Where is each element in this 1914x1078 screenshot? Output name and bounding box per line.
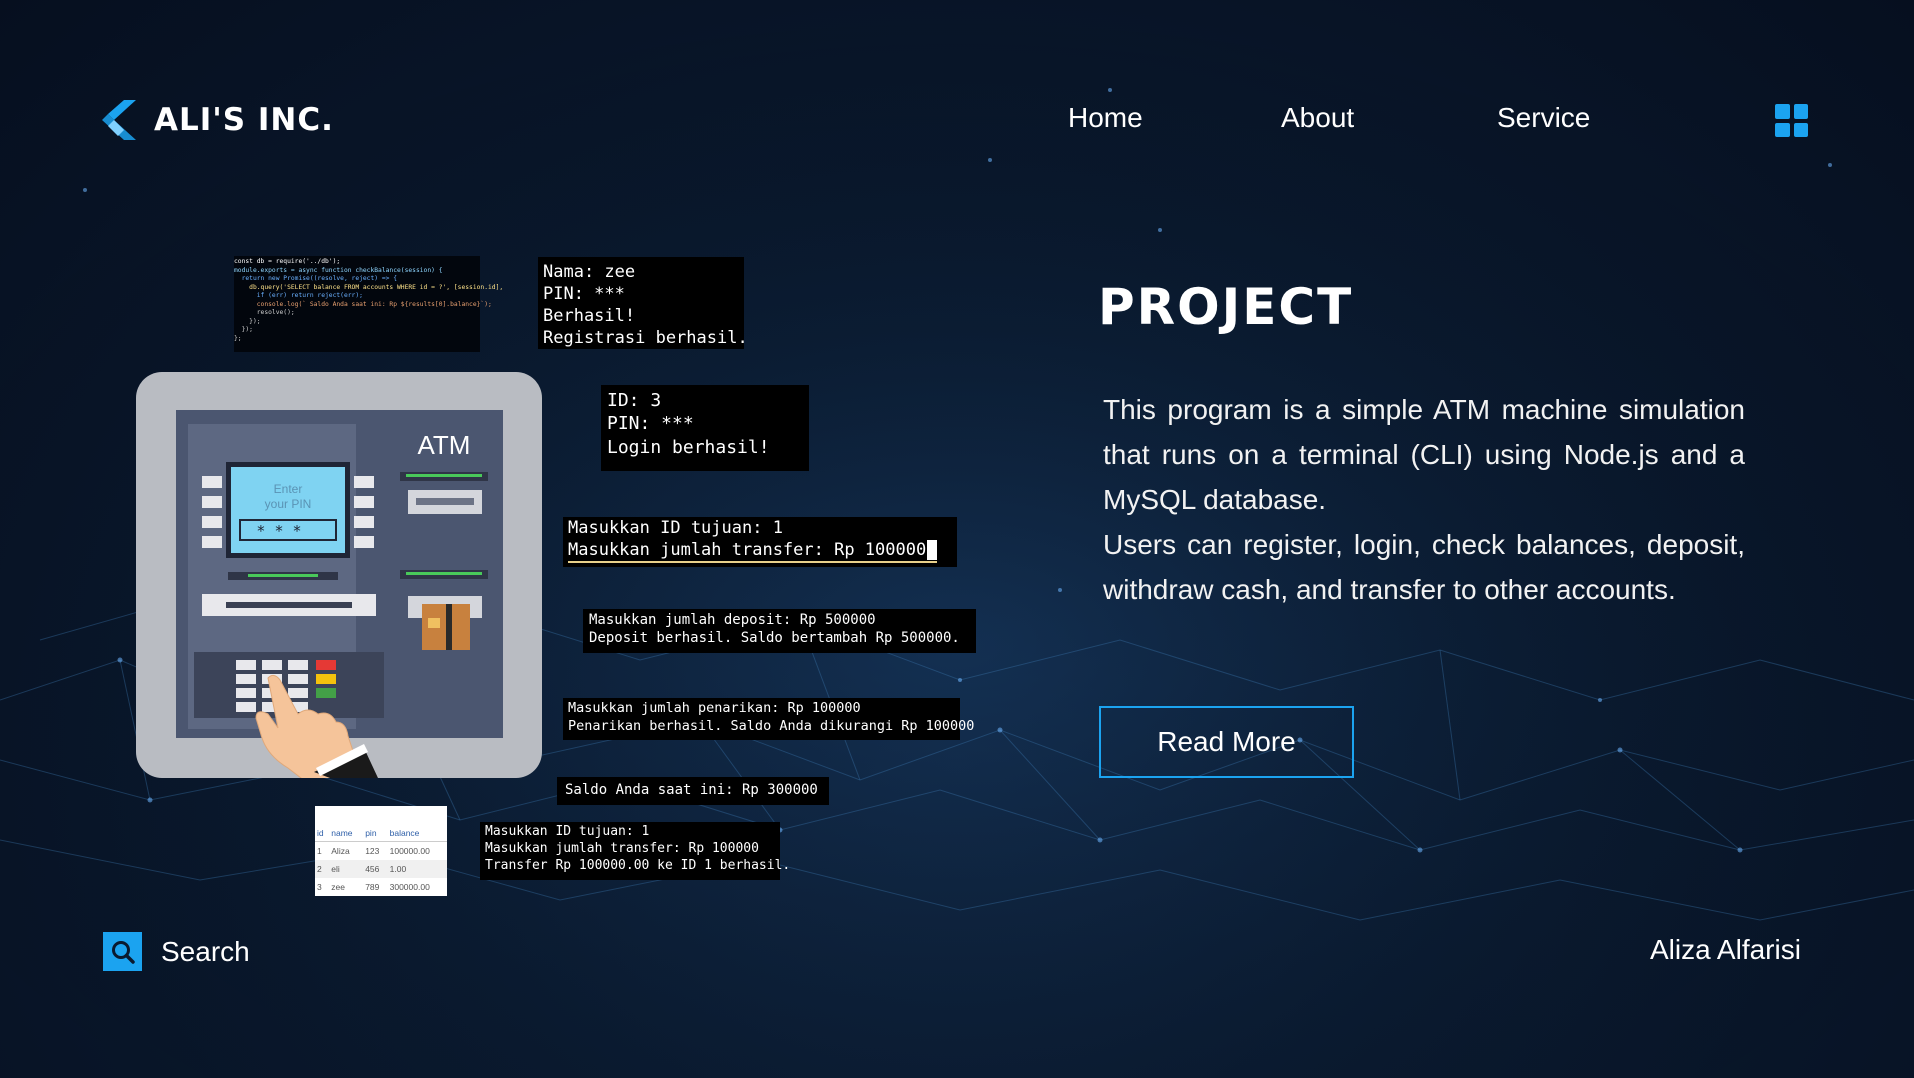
terminal-line: PIN: ***	[543, 284, 625, 305]
search-label: Search	[161, 935, 250, 967]
table-cell: 1.00	[387, 860, 447, 878]
atm-screen-text: Enter	[274, 482, 303, 496]
table-header: balance	[387, 825, 447, 842]
code-line: resolve();	[234, 309, 295, 316]
terminal-line: PIN: ***	[607, 413, 694, 435]
atm-screen-text: your PIN	[265, 497, 312, 511]
terminal-line: Masukkan jumlah transfer: Rp 100000	[485, 840, 759, 856]
code-line: });	[234, 317, 261, 325]
terminal-withdraw: Masukkan jumlah penarikan: Rp 100000 Pena…	[563, 698, 975, 740]
nav-service[interactable]: Service	[1497, 102, 1590, 134]
table-cell: 456	[363, 860, 388, 878]
nav-home[interactable]: Home	[1068, 102, 1143, 134]
table-cell: 100000.00	[389, 846, 430, 856]
terminal-line: Nama: zee	[543, 262, 636, 282]
terminal-line: Masukkan ID tujuan: 1	[568, 518, 783, 538]
brand-name: ALI'S INC.	[154, 102, 334, 138]
search-button[interactable]: Search	[103, 932, 250, 971]
table-cell: 123	[365, 846, 380, 856]
nav-about[interactable]: About	[1281, 102, 1354, 134]
terminal-line: Masukkan ID tujuan: 1	[485, 824, 650, 839]
atm-pin-mask: * * * _	[256, 522, 320, 540]
terminal-line: ID: 3	[607, 390, 662, 411]
terminal-line: Masukkan jumlah penarikan: Rp 100000	[568, 700, 861, 716]
search-icon[interactable]	[103, 932, 142, 971]
table-cell: eli	[329, 860, 364, 878]
table-cell: zee	[331, 882, 345, 892]
table-row: 1 Aliza 123 100000.00	[315, 842, 447, 861]
table-cell: 1	[317, 846, 322, 856]
terminal-login: ID: 3 PIN: *** Login berhasil!	[601, 385, 809, 471]
terminal-line: Masukkan jumlah transfer: Rp 100000	[568, 540, 927, 561]
code-line: db.query('SELECT balance FROM accounts W…	[234, 283, 504, 291]
table-cell: 789	[365, 882, 380, 892]
terminal-deposit: Masukkan jumlah deposit: Rp 500000 Deposi…	[583, 609, 976, 653]
code-line: const db = require('../db');	[234, 258, 341, 265]
terminal-line: Saldo Anda saat ini: Rp 300000	[565, 782, 818, 798]
grid-menu-icon[interactable]	[1775, 104, 1808, 137]
code-line: });	[234, 326, 253, 333]
terminal-line: Berhasil!	[543, 306, 636, 327]
terminal-line: Transfer Rp 100000.00 ke ID 1 berhasil.	[485, 857, 791, 873]
terminal-transfer-input: Masukkan ID tujuan: 1 Masukkan jumlah tra…	[563, 517, 957, 567]
project-description: This program is a simple ATM machine sim…	[1103, 387, 1745, 612]
table-cell: 2	[315, 860, 330, 878]
table-row: 2 eli 456 1.00	[315, 860, 447, 878]
code-line: };	[234, 334, 242, 342]
read-more-button[interactable]: Read More	[1099, 706, 1354, 778]
code-line: if (err) return reject(err);	[234, 292, 363, 299]
table-cell: Aliza	[331, 846, 350, 856]
table-cell: 3	[317, 882, 322, 892]
terminal-line: Login berhasil!	[607, 436, 770, 458]
database-table: id name pin balance 1 Aliza 123 100000.0…	[315, 806, 447, 896]
author-name: Aliza Alfarisi	[1650, 934, 1801, 965]
brand-logo[interactable]: ALI'S INC.	[102, 98, 334, 142]
table-header: name	[329, 825, 364, 842]
description-paragraph: Users can register, login, check balance…	[1103, 529, 1745, 605]
terminal-line: Masukkan jumlah deposit: Rp 500000	[589, 612, 876, 628]
atm-illustration: Enter your PIN * * * _ ATM	[136, 372, 542, 778]
text-cursor	[927, 540, 938, 561]
terminal-register: Nama: zee PIN: *** Berhasil! Registrasi ber…	[538, 257, 748, 349]
table-header: id	[315, 825, 330, 842]
code-line: return new Promise((resolve, reject) => …	[234, 275, 398, 282]
atm-label: ATM	[418, 430, 471, 460]
code-line: console.log(` Saldo Anda saat ini: Rp ${…	[234, 300, 492, 308]
terminal-line: Deposit berhasil. Saldo bertambah Rp 500…	[589, 630, 960, 647]
brand-logo-icon	[102, 100, 136, 140]
description-paragraph: This program is a simple ATM machine sim…	[1103, 394, 1745, 515]
table-row: 3 zee 789 300000.00	[315, 878, 447, 896]
code-snippet: const db = require('../db'); module.expo…	[234, 256, 504, 352]
terminal-line: Penarikan berhasil. Saldo Anda dikurangi…	[568, 717, 975, 734]
terminal-transfer-result: Masukkan ID tujuan: 1 Masukkan jumlah tra…	[480, 822, 791, 880]
page-title: PROJECT	[1098, 278, 1354, 336]
table-cell: 300000.00	[389, 882, 430, 892]
code-line: module.exports = async function checkBal…	[234, 266, 443, 274]
table-header: pin	[363, 825, 388, 842]
terminal-balance: Saldo Anda saat ini: Rp 300000	[557, 777, 829, 805]
terminal-line: Registrasi berhasil.	[543, 328, 748, 349]
